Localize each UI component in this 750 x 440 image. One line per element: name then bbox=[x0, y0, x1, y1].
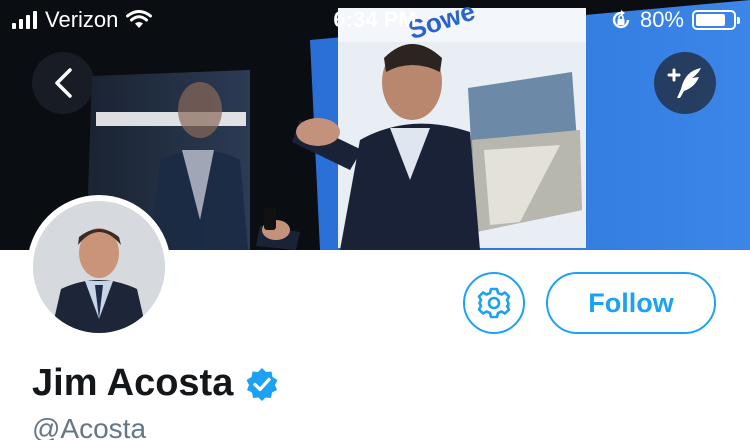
status-right: 80% bbox=[610, 7, 740, 33]
back-button[interactable] bbox=[32, 52, 94, 114]
chevron-left-icon bbox=[55, 68, 72, 98]
orientation-lock-icon bbox=[612, 10, 630, 29]
gear-icon bbox=[477, 287, 511, 319]
compose-tweet-button[interactable] bbox=[654, 52, 716, 114]
verified-badge-icon bbox=[246, 367, 278, 401]
battery-icon bbox=[692, 10, 740, 30]
profile-handle: @Acosta bbox=[32, 413, 147, 440]
profile-settings-button[interactable] bbox=[463, 272, 525, 334]
display-name: Jim Acosta bbox=[32, 362, 234, 404]
compose-feather-icon bbox=[667, 68, 701, 98]
avatar-photo bbox=[33, 201, 165, 333]
profile-name-row: Jim Acosta bbox=[32, 362, 279, 405]
follow-button[interactable]: Follow bbox=[546, 272, 716, 334]
avatar[interactable] bbox=[27, 195, 171, 339]
battery-percent: 80% bbox=[639, 7, 684, 32]
status-bar: Verizon 6:34 PM 80% bbox=[0, 0, 750, 40]
